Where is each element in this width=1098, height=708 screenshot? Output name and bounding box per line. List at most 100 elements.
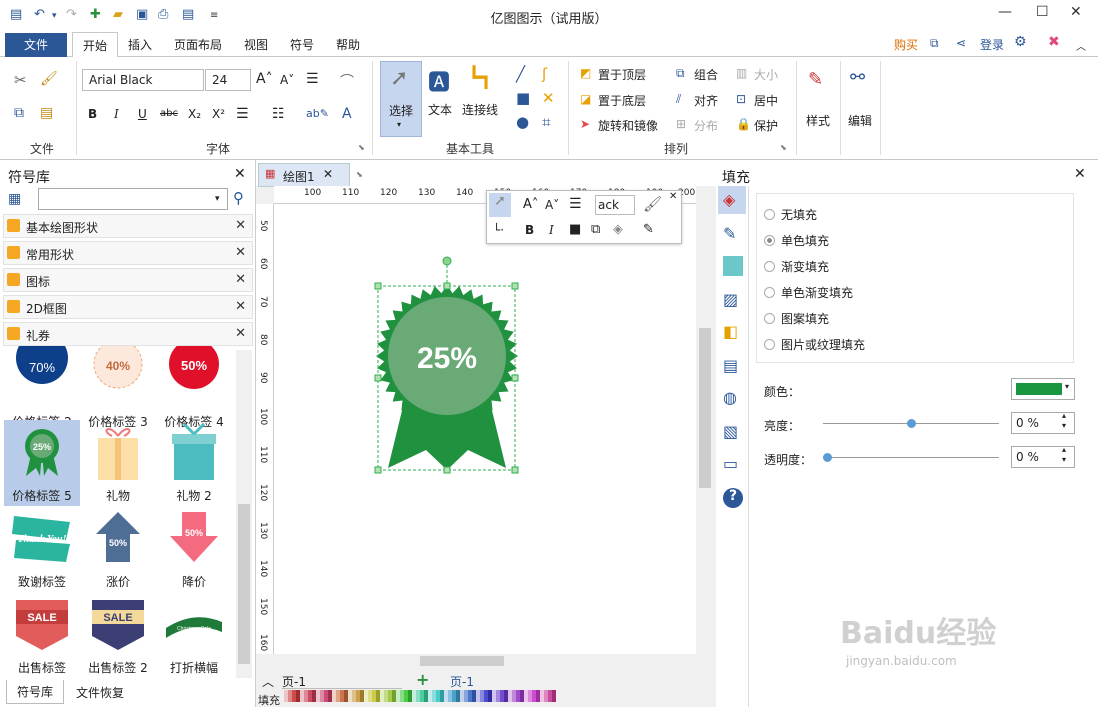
line-spacing-icon[interactable]: ☰ (236, 106, 249, 122)
shape-gift-2[interactable]: 礼物 2 (156, 420, 232, 506)
style-icon[interactable]: ✎ (808, 69, 823, 90)
arrange-dialog-launcher-icon[interactable]: ⬊ (780, 143, 787, 152)
shadow-icon[interactable]: ◈ (613, 222, 623, 237)
fill-option-solid[interactable]: 单色填充 (764, 232, 829, 249)
help-icon[interactable]: ? (723, 488, 743, 508)
shape-price-tag-5[interactable]: 25% 价格标签 5 (4, 420, 80, 506)
resize-handle[interactable] (374, 466, 382, 474)
library-scrollbar[interactable] (236, 350, 252, 678)
font-size-select[interactable]: 24 (205, 69, 251, 91)
align-text-icon[interactable]: ☰ (569, 196, 582, 212)
cut-icon[interactable]: ✂ (14, 71, 27, 89)
format-painter-icon[interactable]: 🖌 (40, 71, 58, 87)
line-style-icon[interactable]: ✎ (643, 222, 654, 237)
shrink-font-icon[interactable]: A˅ (280, 73, 294, 87)
add-page-icon[interactable]: + (416, 670, 429, 689)
file-menu-button[interactable]: 文件 (5, 33, 67, 57)
image-tool-icon[interactable]: ▨ (723, 290, 738, 309)
group-button[interactable]: 组合 (694, 66, 718, 83)
library-search-input[interactable] (38, 188, 228, 210)
connector-button[interactable]: 连接线 (462, 101, 498, 118)
scrollbar-thumb[interactable] (238, 504, 250, 664)
settings-gear-icon[interactable]: ⚙ (1014, 34, 1027, 50)
rectangle-tool-icon[interactable]: ■ (516, 89, 530, 107)
share-icon[interactable]: ⧉ (930, 36, 939, 51)
close-category-icon[interactable]: ✕ (235, 245, 246, 260)
italic-icon[interactable]: I (114, 107, 119, 121)
library-category[interactable]: 图标 ✕ (3, 268, 253, 292)
font-name-field[interactable]: ack (595, 195, 635, 215)
comment-icon[interactable]: ▭ (723, 454, 738, 473)
bring-front-button[interactable]: 置于顶层 (598, 66, 646, 83)
tab-symbol-library[interactable]: 符号库 (6, 680, 65, 704)
superscript-icon[interactable]: X² (212, 107, 225, 121)
rotate-handle[interactable] (442, 256, 452, 266)
bullet-list-icon[interactable]: ☷ (272, 106, 285, 122)
shadow-tool-icon[interactable] (723, 256, 743, 276)
tab-insert[interactable]: 插入 (128, 36, 152, 53)
close-category-icon[interactable]: ✕ (235, 272, 246, 287)
shape-thank-you-tag[interactable]: Thank You! 致谢标签 (4, 506, 80, 592)
tab-symbol[interactable]: 符号 (290, 36, 314, 53)
crop-tool-icon[interactable]: ⌗ (542, 113, 550, 131)
palette-color-swatch[interactable] (552, 690, 556, 702)
badge-shape[interactable]: 25% (370, 256, 520, 482)
bold-icon[interactable]: B (88, 107, 97, 121)
size-button[interactable]: 大小 (754, 66, 778, 83)
fill-box-icon[interactable]: ■ (569, 222, 581, 237)
format-painter-icon[interactable]: 🖌 (643, 195, 662, 213)
font-dialog-launcher-icon[interactable]: ⬊ (358, 143, 365, 152)
scrollbar-thumb[interactable] (420, 656, 504, 666)
page-properties-icon[interactable]: ▤ (723, 356, 738, 375)
search-icon[interactable]: ⚲ (233, 189, 244, 207)
send-back-button[interactable]: 置于底层 (598, 92, 646, 109)
collapse-ribbon-icon[interactable]: ︿ (1076, 38, 1086, 53)
resize-handle[interactable] (374, 282, 382, 290)
canvas-vscroll[interactable] (696, 186, 714, 654)
brightness-slider-knob[interactable] (907, 419, 916, 428)
library-category[interactable]: 礼券 ✕ (3, 322, 253, 346)
shape-sale-tag[interactable]: SALE 出售标签 (4, 592, 80, 678)
social-share-icon[interactable]: ⋖ (956, 36, 966, 50)
edit-button[interactable]: 编辑 (848, 112, 872, 129)
resize-handle[interactable] (443, 282, 451, 290)
transparency-slider-knob[interactable] (823, 453, 832, 462)
tab-help[interactable]: 帮助 (336, 36, 360, 53)
resize-handle[interactable] (511, 466, 519, 474)
font-name-select[interactable]: Arial Black (82, 69, 204, 91)
maximize-button[interactable]: ☐ (1036, 4, 1049, 20)
protect-button[interactable]: 保护 (754, 117, 778, 134)
align-text-icon[interactable]: ☰ (306, 71, 319, 87)
chevron-down-icon[interactable]: ▾ (215, 194, 220, 204)
line-tool-icon[interactable]: ╱ (516, 65, 525, 83)
binoculars-icon[interactable]: ⚯ (850, 67, 865, 88)
library-category[interactable]: 基本绘图形状 ✕ (3, 214, 253, 238)
document-tab[interactable]: ▦ 绘图1 ✕ (258, 163, 350, 187)
shape-price-up[interactable]: 50% 涨价 (80, 506, 156, 592)
spinner-arrows-icon[interactable]: ▴ ▾ (1062, 445, 1066, 465)
tab-view[interactable]: 视图 (244, 36, 268, 53)
library-category[interactable]: 2D框图 ✕ (3, 295, 253, 319)
subscript-icon[interactable]: X₂ (188, 107, 201, 121)
library-category[interactable]: 常用形状 ✕ (3, 241, 253, 265)
center-button[interactable]: 居中 (754, 92, 778, 109)
minimize-button[interactable]: — (998, 4, 1012, 20)
text-direction-icon[interactable]: ⌒ (340, 71, 354, 91)
close-category-icon[interactable]: ✕ (235, 326, 246, 341)
login-link[interactable]: 登录 (980, 36, 1004, 53)
resize-handle[interactable] (511, 374, 519, 382)
fill-option-gradient[interactable]: 渐变填充 (764, 258, 829, 275)
tab-file-recovery[interactable]: 文件恢复 (76, 684, 124, 701)
resize-handle[interactable] (443, 466, 451, 474)
scrollbar-thumb[interactable] (699, 328, 711, 488)
drawing-page[interactable]: 25% (274, 204, 696, 654)
copy-format-icon[interactable]: ⧉ (591, 222, 600, 237)
close-fill-panel-icon[interactable]: ✕ (1074, 166, 1086, 182)
fill-option-single-gradient[interactable]: 单色渐变填充 (764, 284, 853, 301)
strikethrough-icon[interactable]: abc (160, 108, 178, 119)
resize-handle[interactable] (511, 282, 519, 290)
page-tab[interactable]: 页-1 (450, 673, 474, 690)
shape-discount-banner[interactable]: Christmas Sale 打折横幅 (156, 592, 232, 678)
attachment-icon[interactable]: ▧ (723, 422, 738, 441)
bold-icon[interactable]: B (525, 223, 534, 237)
